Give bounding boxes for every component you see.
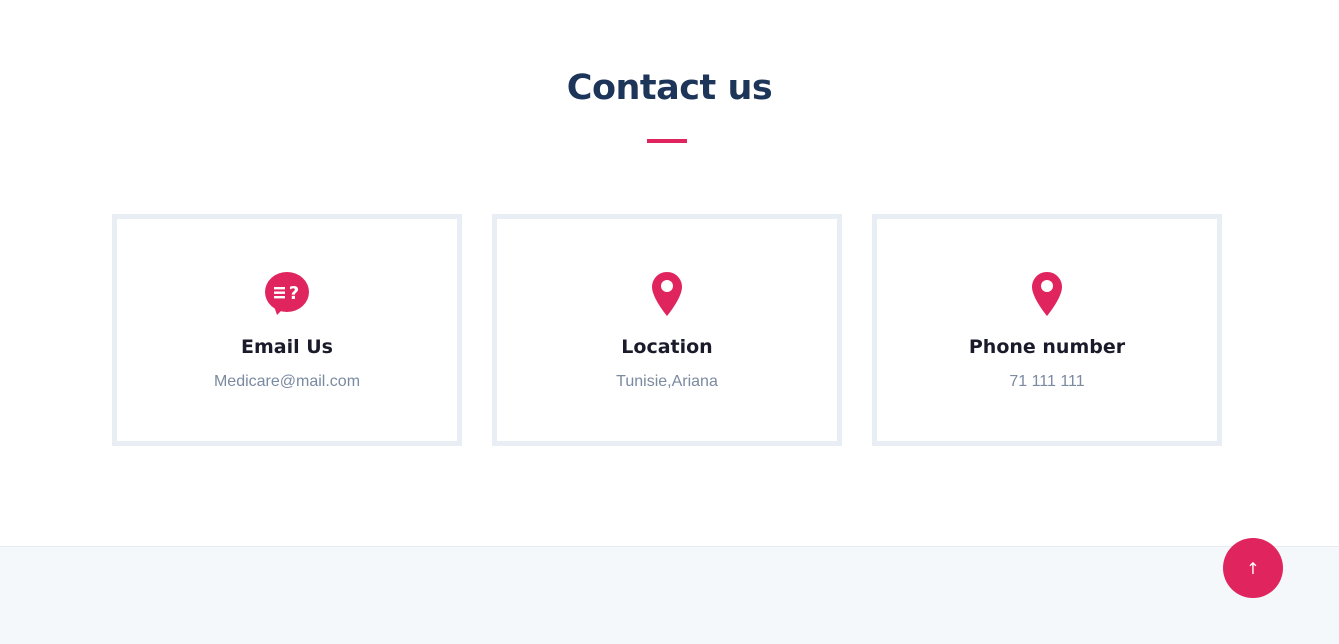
map-pin-icon <box>644 271 690 317</box>
card-title: Location <box>621 336 713 358</box>
question-chat-icon: ? <box>264 271 310 317</box>
card-phone-text[interactable]: 71 111 111 <box>877 373 1217 391</box>
svg-text:?: ? <box>289 283 299 304</box>
contact-card-location: Location Tunisie,Ariana <box>492 214 842 446</box>
card-title: Phone number <box>968 336 1126 358</box>
page: Contact us ? Email Us Medicare@mail.com <box>0 0 1339 644</box>
contact-card-email: ? Email Us Medicare@mail.com <box>112 214 462 446</box>
back-to-top-button[interactable]: ↑ <box>1223 538 1283 598</box>
card-location-text: Tunisie,Ariana <box>616 373 718 390</box>
contact-section: Contact us ? Email Us Medicare@mail.com <box>0 0 1339 546</box>
card-title: Email Us <box>241 336 333 358</box>
footer-band <box>0 546 1339 644</box>
arrow-up-icon: ↑ <box>1246 558 1260 578</box>
contact-card-phone: Phone number 71 111 111 <box>872 214 1222 446</box>
section-title: Contact us <box>566 68 773 108</box>
map-pin-icon <box>1024 271 1070 317</box>
card-email-text[interactable]: Medicare@mail.com <box>117 373 457 391</box>
title-underline <box>647 139 687 143</box>
